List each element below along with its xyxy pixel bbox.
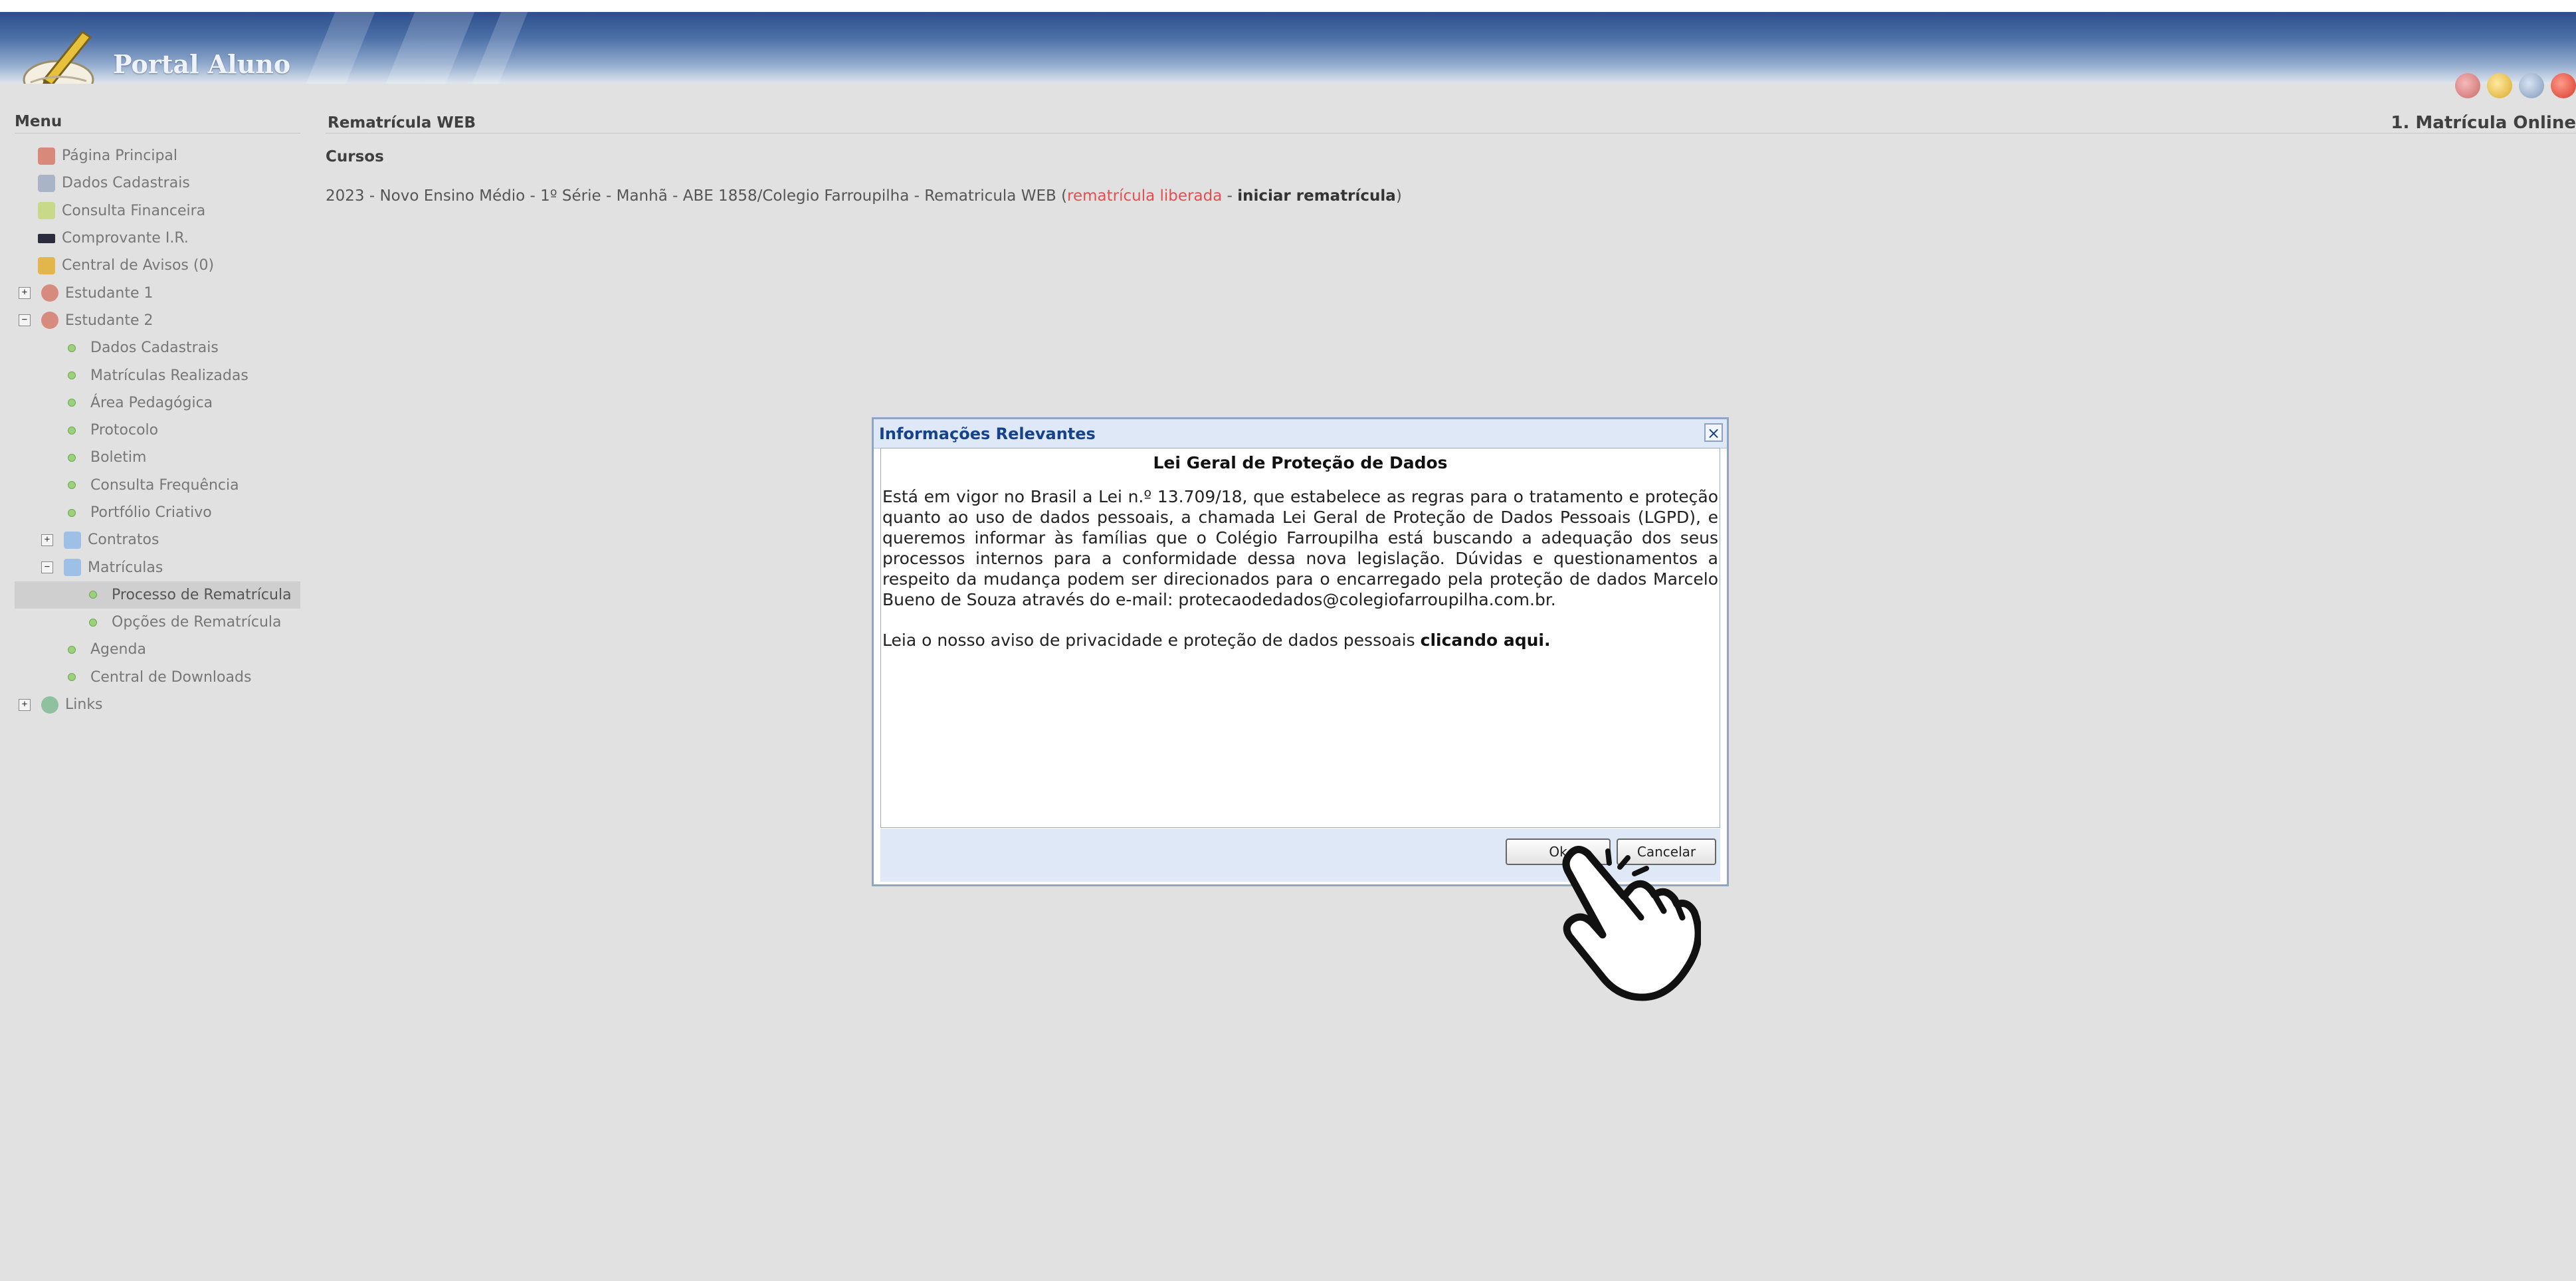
step-title: 1. Matrícula Online xyxy=(2391,113,2576,133)
privacy-link[interactable]: clicando aqui. xyxy=(1421,631,1551,650)
menu-item-matriculas-realizadas[interactable]: Matrículas Realizadas xyxy=(15,361,300,389)
dialog-titlebar: Informações Relevantes × xyxy=(874,419,1727,448)
start-rematricula-link[interactable]: iniciar rematrícula xyxy=(1237,187,1396,205)
menu-item-central-de-downloads[interactable]: Central de Downloads xyxy=(15,664,300,691)
menu-item-matriculas[interactable]: − Matrículas xyxy=(15,553,300,581)
close-icon[interactable]: × xyxy=(1704,423,1723,442)
header-toolbar xyxy=(2455,73,2576,98)
expand-icon[interactable]: + xyxy=(41,534,53,546)
menu-item-dados-cadastrais-estudante[interactable]: Dados Cadastrais xyxy=(15,334,300,361)
coins-icon xyxy=(38,202,55,220)
menu-item-agenda[interactable]: Agenda xyxy=(15,636,300,663)
menu-item-central-de-avisos[interactable]: Central de Avisos (0) xyxy=(15,252,300,279)
bullet-icon xyxy=(68,426,76,435)
key-icon[interactable] xyxy=(2487,73,2512,98)
status-label: rematrícula liberada xyxy=(1067,187,1223,205)
menu-item-links[interactable]: + Links xyxy=(15,691,300,718)
dialog-heading: Lei Geral de Proteção de Dados xyxy=(1153,453,1448,472)
menu-item-opcoes-de-rematricula[interactable]: Opções de Rematrícula xyxy=(15,609,300,636)
folder-icon xyxy=(64,559,81,577)
menu-item-dados-cadastrais[interactable]: Dados Cadastrais xyxy=(15,169,300,197)
id-card-icon xyxy=(38,174,55,192)
collapse-icon[interactable]: − xyxy=(41,561,53,574)
student-icon xyxy=(41,284,58,302)
graduation-cap-icon xyxy=(38,233,55,243)
menu-item-boletim[interactable]: Boletim xyxy=(15,444,300,471)
menu-item-comprovante-ir[interactable]: Comprovante I.R. xyxy=(15,225,300,252)
menu-item-estudante-1[interactable]: + Estudante 1 xyxy=(15,279,300,306)
dialog-title: Informações Relevantes xyxy=(879,425,1096,443)
privacy-paragraph: Leia o nosso aviso de privacidade e prot… xyxy=(882,631,1551,650)
hand-pointer-icon xyxy=(1562,846,1701,1001)
menu-item-contratos[interactable]: + Contratos xyxy=(15,526,300,553)
user-settings-icon[interactable] xyxy=(2519,73,2544,98)
bullet-icon xyxy=(68,399,76,407)
home-icon xyxy=(38,147,55,165)
bullet-icon xyxy=(89,591,97,599)
dialog-body: Lei Geral de Proteção de Dados Está em v… xyxy=(880,448,1720,828)
menu-item-pagina-principal[interactable]: Página Principal xyxy=(15,142,300,169)
menu-item-processo-de-rematricula[interactable]: Processo de Rematrícula xyxy=(15,581,300,609)
bullet-icon xyxy=(68,453,76,462)
menu-item-portfolio-criativo[interactable]: Portfólio Criativo xyxy=(15,499,300,526)
collapse-icon[interactable]: − xyxy=(19,314,31,327)
menu-item-protocolo[interactable]: Protocolo xyxy=(15,417,300,444)
course-row: 2023 - Novo Ensino Médio - 1º Série - Ma… xyxy=(326,187,1402,205)
menu-tree: Página Principal Dados Cadastrais Consul… xyxy=(15,142,300,718)
top-strip xyxy=(0,0,2576,12)
student-icon xyxy=(41,312,58,330)
portal-logo xyxy=(23,30,94,84)
lgpd-dialog: Informações Relevantes × Lei Geral de Pr… xyxy=(872,417,1729,886)
menu-divider xyxy=(15,133,300,134)
home-icon[interactable] xyxy=(2455,73,2480,98)
page-title: Rematrícula WEB xyxy=(328,114,476,132)
menu-item-area-pedagogica[interactable]: Área Pedagógica xyxy=(15,389,300,417)
lgpd-paragraph: Está em vigor no Brasil a Lei n.º 13.709… xyxy=(882,487,1718,609)
power-icon[interactable] xyxy=(2551,73,2576,98)
bullet-icon xyxy=(68,673,76,682)
header-decoration xyxy=(377,12,480,84)
menu-item-consulta-frequencia[interactable]: Consulta Frequência xyxy=(15,472,300,499)
notice-icon xyxy=(38,256,55,274)
section-title: Cursos xyxy=(326,148,384,165)
portal-brand: Portal Aluno xyxy=(113,49,291,79)
bullet-icon xyxy=(68,481,76,490)
menu-title: Menu xyxy=(15,113,62,130)
content-divider xyxy=(326,133,2576,134)
header-banner: Portal Aluno xyxy=(0,12,2576,84)
globe-icon xyxy=(41,696,58,714)
bullet-icon xyxy=(68,344,76,352)
menu-item-estudante-2[interactable]: − Estudante 2 xyxy=(15,307,300,334)
header-decoration xyxy=(297,12,381,84)
bullet-icon xyxy=(89,618,97,627)
expand-icon[interactable]: + xyxy=(19,287,31,300)
folder-icon xyxy=(64,531,81,549)
bullet-icon xyxy=(68,645,76,654)
bullet-icon xyxy=(68,508,76,517)
menu-item-consulta-financeira[interactable]: Consulta Financeira xyxy=(15,197,300,225)
bullet-icon xyxy=(68,371,76,380)
header-decoration xyxy=(463,12,534,84)
expand-icon[interactable]: + xyxy=(19,698,31,711)
